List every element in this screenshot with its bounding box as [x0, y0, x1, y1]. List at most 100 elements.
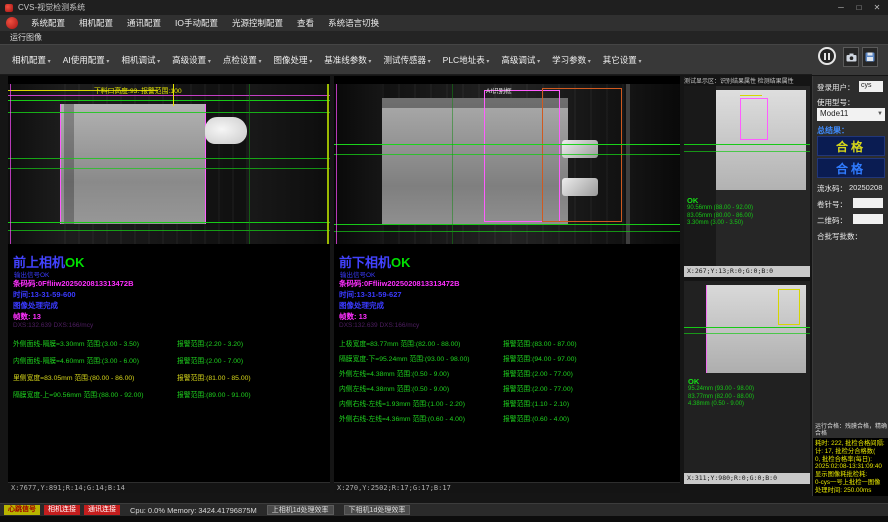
overlay-line-green: [8, 222, 330, 223]
overlay-line-green: [8, 112, 330, 113]
measurement-text: 内侧面线-隔膜=4.60mm 范围:(3.00 - 6.00): [13, 355, 173, 365]
preview-ok-label: OK: [687, 196, 753, 205]
overlay-line-yellow: [740, 95, 762, 96]
camera-icon: [846, 53, 857, 62]
toolbar-item[interactable]: 相机配置: [6, 54, 57, 66]
machine-left-band: [8, 84, 60, 244]
overlay-vline-green: [452, 84, 453, 244]
barcode-label: 条码码:0Ffliiw2025020813313472B: [13, 278, 134, 289]
preview-measure-lines: 95.24mm (93.00 - 98.00)83.77mm (82.00 - …: [688, 386, 754, 409]
save-icon: [865, 52, 875, 62]
pixel-coordinates-preview-bottom: X:311;Y:980;R:0;G:0;B:0: [684, 473, 810, 484]
measurement-text: 隔膜宽度-下=95.24mm 范围:(93.00 - 98.00): [339, 353, 499, 363]
debug-label: DXS:132.639 DXS:166/mcy: [13, 322, 93, 329]
preview-measure-line: 3.30mm (3.00 - 3.50): [687, 220, 753, 228]
product-region: [60, 104, 206, 224]
roll-needle-label: 卷针号：: [817, 199, 847, 210]
toolbar-item[interactable]: 图像处理: [268, 54, 319, 66]
stats-line: 0, 批检合格率(每日):: [815, 456, 888, 464]
preview-measure-line: 83.05mm (80.00 - 86.00): [687, 213, 753, 221]
preview-measure-line: 95.24mm (93.00 - 98.00): [688, 386, 754, 394]
overlay-line-green: [8, 230, 330, 231]
menu-item[interactable]: 查看: [290, 15, 321, 31]
stats-line: 耗时: 222, 批检合格间隔:: [815, 440, 888, 448]
overlay-rect-yellow: [778, 289, 800, 325]
camera-view-left[interactable]: 下料口高度:93. 报警范围:100 前上相机OK 输出信号OK 条码码:0Ff…: [8, 76, 330, 493]
roll-needle-field[interactable]: [853, 198, 883, 208]
toolbar-item[interactable]: AI使用配置: [57, 54, 116, 66]
overlay-measure-label: 下料口高度:93. 报警范围:100: [94, 85, 182, 95]
pause-button[interactable]: [818, 47, 836, 65]
menu-item[interactable]: IO手动配置: [168, 15, 225, 31]
camera-link-indicator: 相机连接: [44, 505, 80, 515]
menu-item[interactable]: 相机配置: [72, 15, 120, 31]
close-button[interactable]: ✕: [868, 0, 886, 14]
app-window: CVS-视觉检测系统 ─ □ ✕ 系统配置相机配置通讯配置IO手动配置光源控制配…: [0, 0, 888, 522]
image-save-button[interactable]: [862, 47, 878, 67]
stats-header-label: 运行合格：残膜合格，精确合格: [815, 424, 887, 438]
frame-count-label: 帧数: 13: [339, 311, 367, 322]
time-label: 时间:13-31-59-627: [339, 289, 402, 300]
measurement-list: 上极宽度=83.77mm 范围:(82.00 - 88.00) 报警范围:(83…: [339, 338, 678, 428]
toolbar-item[interactable]: 其它设置: [597, 54, 648, 66]
minimize-button[interactable]: ─: [832, 0, 850, 14]
menu-item[interactable]: 系统语言切换: [321, 15, 386, 31]
chevron-down-icon: ▼: [877, 108, 883, 120]
overlay-line-green: [334, 231, 680, 232]
pixel-coordinates-right: X:270,Y:2502;R:17;G:17;B:17: [334, 482, 680, 493]
camera-image-right[interactable]: AI识别框: [334, 84, 680, 244]
measurement-text: 外侧左线=4.38mm 范围:(0.50 - 9.00): [339, 368, 499, 378]
camera-image-left[interactable]: 下料口高度:93. 报警范围:100: [8, 84, 330, 244]
gripper-region: [205, 117, 247, 144]
measurement-row: 内侧右线-左线=1.93mm 范围:(1.00 - 2.20) 报警范围:(1.…: [339, 398, 678, 413]
tab-run-image[interactable]: 运行图像: [0, 32, 42, 43]
preview-top[interactable]: OK 90.56mm (88.00 - 92.00)83.05mm (80.00…: [684, 86, 810, 266]
measurement-alarm: 报警范围:(89.00 - 91.00): [177, 389, 251, 399]
ai-box-label: AI识别框: [486, 85, 512, 95]
maximize-button[interactable]: □: [850, 0, 868, 14]
measurement-text: 上极宽度=83.77mm 范围:(82.00 - 88.00): [339, 338, 499, 348]
machine-right-band: [246, 84, 330, 244]
model-select-value: Mode11: [820, 109, 848, 118]
preview-measure-line: 90.56mm (88.00 - 92.00): [687, 205, 753, 213]
menu-item[interactable]: 通讯配置: [120, 15, 168, 31]
camera-capture-button[interactable]: [843, 47, 859, 67]
overlay-rect-magenta: [740, 98, 768, 140]
login-user-value: cys: [859, 81, 883, 92]
model-label: 使用型号：: [817, 97, 855, 108]
toolbar-item[interactable]: 测试传感器: [377, 54, 436, 66]
menu-item[interactable]: 系统配置: [24, 15, 72, 31]
toolbar-item[interactable]: 学习参数: [546, 54, 597, 66]
toolbar-item[interactable]: 高级设置: [166, 54, 217, 66]
serial-value: 20250208: [849, 183, 882, 192]
qr-code-label: 二维码：: [817, 215, 847, 226]
barcode-label: 条码码:0Ffliiw2025020813313472B: [339, 278, 460, 289]
overlay-line-green: [684, 151, 810, 152]
process-status-label: 图像处理完成: [339, 300, 384, 311]
result-box-secondary: 合格: [817, 158, 885, 178]
measurement-row: 外侧左线=4.38mm 范围:(0.50 - 9.00) 报警范围:(2.00 …: [339, 368, 678, 383]
preview-bottom[interactable]: OK 95.24mm (93.00 - 98.00)83.77mm (82.00…: [684, 281, 810, 473]
pause-icon: [828, 53, 830, 60]
camera-view-right[interactable]: AI识别框 前下相机OK 输出信号OK 条码码:0Ffliiw202502081…: [334, 76, 680, 493]
measurement-row: 隔膜宽度-上=90.56mm 范围:(88.00 - 92.00) 报警范围:(…: [13, 389, 328, 406]
toolbar-item[interactable]: PLC地址表: [437, 54, 496, 66]
measurement-alarm: 报警范围:(2.00 - 77.00): [503, 368, 573, 378]
pixel-coordinates-preview-top: X:267;Y:13;R:0;G:0;B:0: [684, 266, 810, 277]
measurement-row: 外侧面线-隔膜=3.30mm 范围:(3.00 - 3.50) 报警范围:(2.…: [13, 338, 328, 355]
model-select[interactable]: Mode11 ▼: [817, 108, 885, 121]
stats-line: 0-cys一号上批检一图像: [815, 479, 888, 487]
toolbar-item[interactable]: 高级调试: [495, 54, 546, 66]
window-controls: ─ □ ✕: [832, 0, 886, 14]
overlay-vline-magenta: [336, 84, 337, 244]
qr-code-field[interactable]: [853, 214, 883, 224]
measurement-row: 内侧左线=4.38mm 范围:(0.50 - 9.00) 报警范围:(2.00 …: [339, 383, 678, 398]
stats-line: 显示图像耗批检耗:: [815, 471, 888, 479]
preview-ok-label: OK: [688, 377, 754, 386]
toolbar-item[interactable]: 相机调试: [115, 54, 166, 66]
menu-item[interactable]: 光源控制配置: [225, 15, 290, 31]
toolbar-item[interactable]: 基准线参数: [318, 54, 377, 66]
process-status-label: 图像处理完成: [13, 300, 58, 311]
toolbar-item[interactable]: 点检设置: [217, 54, 268, 66]
result-box-primary: 合格: [817, 136, 885, 156]
